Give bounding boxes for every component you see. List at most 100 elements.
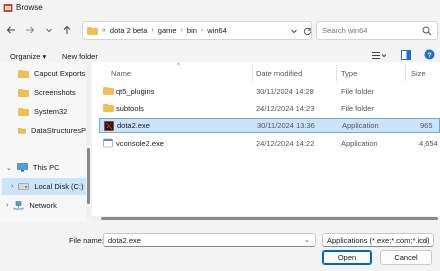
file-row[interactable]: vconsole2.exe 24/12/2024 14:22 Applicati… <box>99 136 440 150</box>
breadcrumb-dota2-beta[interactable]: dota 2 beta <box>110 26 148 35</box>
file-name: qt5_plugins <box>116 86 155 96</box>
breadcrumb-win64[interactable]: win64 <box>207 26 227 35</box>
svg-text:?: ? <box>427 52 431 59</box>
preview-pane-icon <box>401 50 411 60</box>
open-button[interactable]: Open <box>322 250 372 265</box>
chevron-right-icon[interactable]: › <box>11 183 13 190</box>
column-header-type[interactable]: Type <box>341 69 357 78</box>
network-icon <box>13 201 24 210</box>
folder-icon <box>87 27 98 35</box>
arrow-up-icon <box>63 25 71 34</box>
address-dropdown-button[interactable] <box>287 24 301 38</box>
monitor-icon <box>17 163 28 172</box>
file-date: 24/12/2024 14:22 <box>256 138 315 148</box>
chevron-down-icon: ▾ <box>42 52 47 61</box>
chevron-right-icon: › <box>200 27 204 34</box>
nav-item-datastructures[interactable]: DataStructuresP <box>18 126 86 135</box>
nav-scrollbar-thumb[interactable] <box>87 148 90 204</box>
file-date: 24/12/2024 14:23 <box>256 103 315 113</box>
column-divider <box>252 65 253 81</box>
file-name-label: File name: <box>69 236 105 245</box>
address-bar[interactable]: « dota 2 beta › game › bin › win64 <box>82 21 312 40</box>
nav-item-system32[interactable]: System32 <box>18 107 67 116</box>
column-header-size[interactable]: Size <box>411 69 426 78</box>
cancel-button[interactable]: Cancel <box>380 250 432 265</box>
chevron-down-icon <box>291 29 297 34</box>
refresh-icon <box>303 27 311 35</box>
help-button[interactable]: ? <box>424 49 435 62</box>
organize-button[interactable]: Organize ▾ <box>10 52 46 61</box>
file-type-filter[interactable]: Applications (*.exe;*.com;*.icd) ⌄ <box>322 233 434 247</box>
list-view-icon <box>372 52 387 59</box>
chevron-right-icon[interactable]: › <box>6 202 8 209</box>
app-icon <box>103 138 113 148</box>
nav-item-local-disk[interactable]: › Local Disk (C:) <box>11 182 84 191</box>
nav-item-label: This PC <box>32 163 60 172</box>
column-header-date[interactable]: Date modified <box>256 69 302 78</box>
nav-item-label: System32 <box>34 107 68 116</box>
forward-button[interactable] <box>23 23 37 37</box>
arrow-right-icon <box>26 26 35 34</box>
file-size: 4,654 <box>419 138 438 148</box>
file-name: dota2.exe <box>117 121 150 130</box>
navigation-pane <box>0 62 86 222</box>
sort-indicator-icon: ^ <box>177 63 180 69</box>
nav-item-label: Capcut Exports <box>34 69 86 78</box>
nav-item-capcut-exports[interactable]: Capcut Exports <box>18 69 85 78</box>
arrow-left-icon <box>6 26 15 34</box>
search-input[interactable]: Search win64 <box>316 21 438 40</box>
refresh-button[interactable] <box>300 24 314 38</box>
drive-icon <box>18 183 30 190</box>
window-title: Browse <box>16 3 43 12</box>
folder-icon <box>18 128 26 134</box>
nav-item-screenshots[interactable]: Screenshots <box>18 88 76 97</box>
file-name-input[interactable]: dota2.exe ⌄ <box>103 233 316 247</box>
nav-item-label: Screenshots <box>34 88 76 97</box>
file-type: Application <box>341 138 378 148</box>
recent-locations-button[interactable] <box>42 23 56 37</box>
folder-icon <box>18 70 29 78</box>
file-date: 30/11/2024 14:28 <box>256 86 314 96</box>
nav-item-this-pc[interactable]: ⌄ This PC <box>6 163 60 172</box>
up-button[interactable] <box>60 23 74 37</box>
folder-icon <box>18 89 29 97</box>
view-options-button[interactable] <box>372 51 387 62</box>
file-size: 965 <box>420 121 433 130</box>
chevron-down-icon[interactable]: ⌄ <box>423 236 429 244</box>
file-type-filter-value: Applications (*.exe;*.com;*.icd) <box>327 235 430 245</box>
column-divider <box>336 65 337 81</box>
file-row-selected[interactable]: dota2.exe 30/11/2024 13:36 Application 9… <box>99 118 440 133</box>
title-bar <box>0 0 440 17</box>
file-type: Application <box>342 121 379 130</box>
column-divider <box>405 65 406 81</box>
chevron-down-icon[interactable]: ⌄ <box>304 236 310 244</box>
nav-item-label: Local Disk (C:) <box>34 182 84 191</box>
new-folder-button[interactable]: New folder <box>62 52 98 61</box>
chevron-down-icon <box>46 28 52 33</box>
breadcrumb-game[interactable]: game <box>158 26 177 35</box>
breadcrumb-overflow[interactable]: « <box>102 27 106 34</box>
file-date: 30/11/2024 13:36 <box>257 121 315 130</box>
organize-label: Organize <box>10 52 41 61</box>
back-button[interactable] <box>4 23 18 37</box>
breadcrumb-bin[interactable]: bin <box>187 26 197 35</box>
chevron-down-icon[interactable]: ⌄ <box>6 164 12 172</box>
nav-item-network[interactable]: › Network <box>6 201 57 210</box>
file-type: File folder <box>341 103 374 113</box>
nav-item-label: DataStructuresP <box>30 126 86 135</box>
file-name: vconsole2.exe <box>116 138 164 148</box>
file-list-hscrollbar-thumb[interactable] <box>101 217 438 220</box>
column-header-name[interactable]: Name <box>111 69 131 78</box>
chevron-right-icon: › <box>180 27 183 34</box>
nav-item-label: Network <box>29 201 57 210</box>
preview-pane-button[interactable] <box>401 50 411 62</box>
file-name-value: dota2.exe <box>108 235 141 245</box>
dota-app-icon <box>104 121 114 131</box>
search-icon <box>422 26 432 36</box>
file-row[interactable]: subtools 24/12/2024 14:23 File folder <box>99 101 440 115</box>
file-row[interactable]: qt5_plugins 30/11/2024 14:28 File folder <box>99 84 440 98</box>
folder-icon <box>103 87 114 95</box>
folder-icon <box>103 104 114 112</box>
help-icon: ? <box>424 49 435 60</box>
search-placeholder: Search win64 <box>322 26 368 35</box>
